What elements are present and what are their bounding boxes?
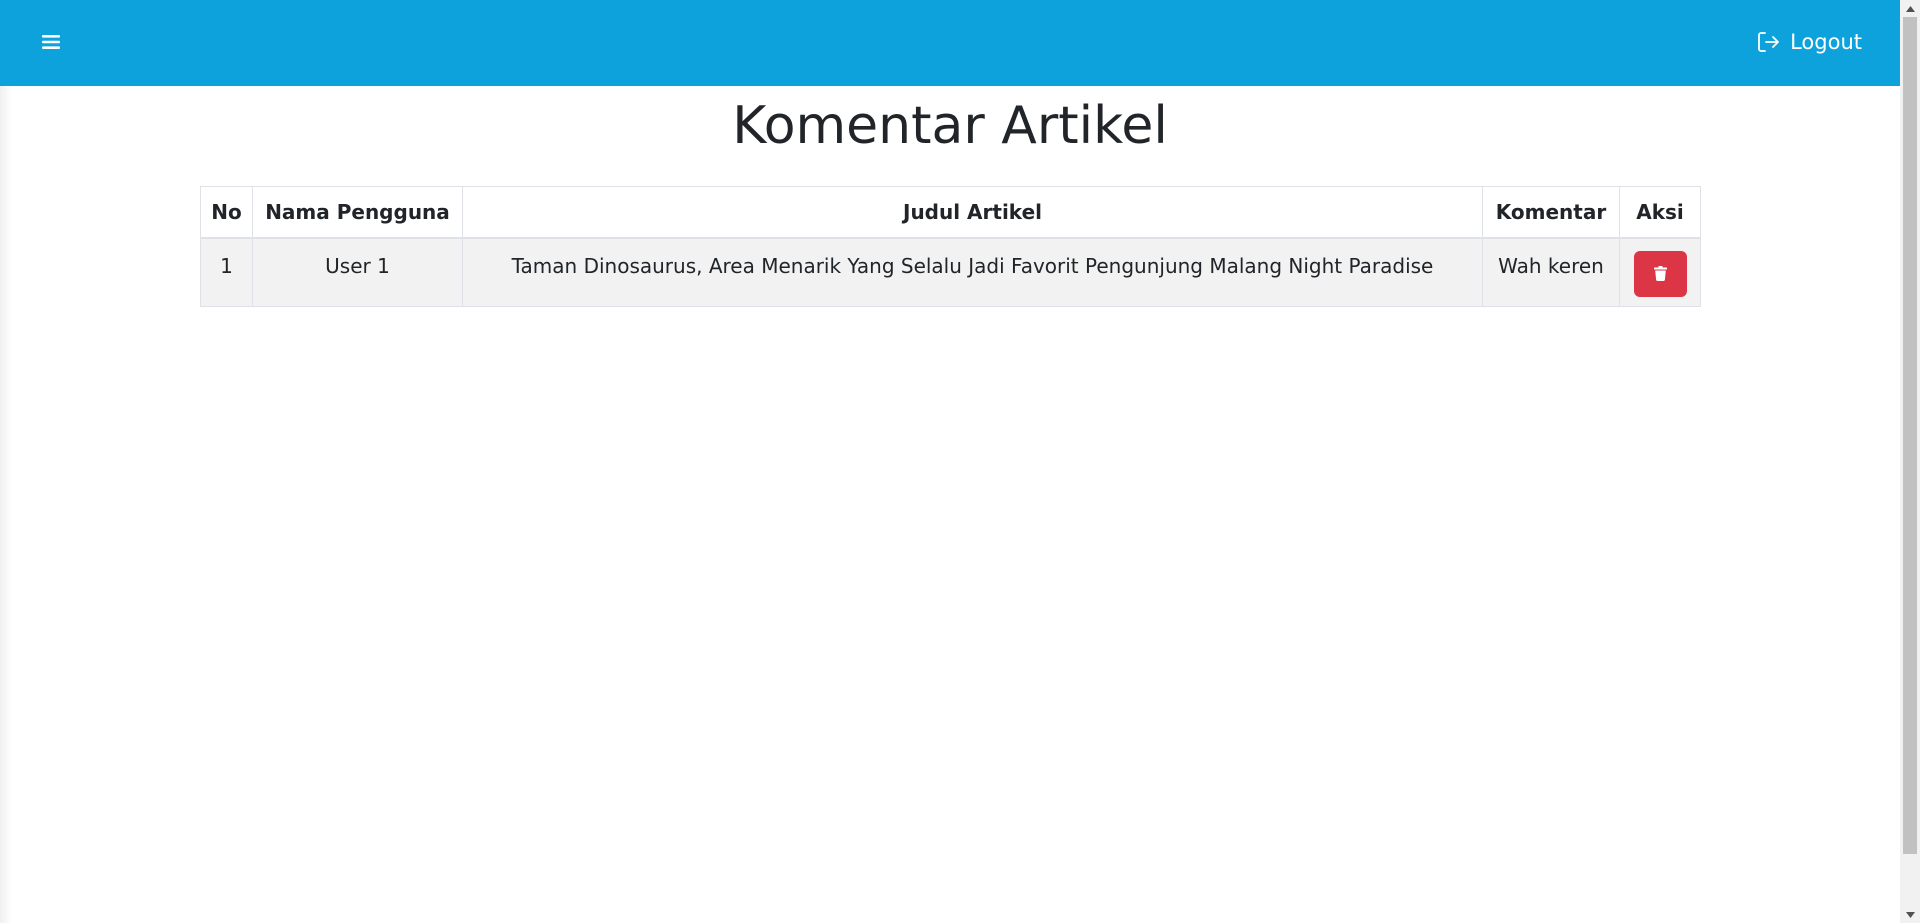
top-navbar: Logout [0,0,1900,86]
scrollbar-thumb[interactable] [1903,17,1917,854]
cell-nama-pengguna: User 1 [252,237,463,307]
page-title: Komentar Artikel [732,96,1168,156]
hamburger-icon [42,35,60,49]
cell-aksi [1619,237,1701,307]
cell-judul-artikel: Taman Dinosaurus, Area Menarik Yang Sela… [462,237,1483,307]
cell-komentar: Wah keren [1482,237,1620,307]
delete-comment-button[interactable] [1633,250,1687,297]
table-body: 1 User 1 Taman Dinosaurus, Area Menarik … [200,237,1701,307]
cell-no: 1 [200,237,253,307]
vertical-scrollbar[interactable] [1900,0,1920,923]
logout-link[interactable]: Logout [1756,24,1862,60]
column-header-komentar: Komentar [1482,186,1620,239]
logout-label: Logout [1790,30,1862,54]
column-header-nama-pengguna: Nama Pengguna [252,186,463,239]
scroll-down-arrow[interactable] [1900,906,1920,923]
scroll-up-arrow[interactable] [1900,0,1920,17]
arrow-up-icon [1905,5,1915,12]
table-header-row: No Nama Pengguna Judul Artikel Komentar … [200,186,1701,239]
arrow-down-icon [1905,911,1915,918]
page-viewport: Logout Komentar Artikel No Nama Pengguna… [0,0,1900,923]
menu-toggle-button[interactable] [36,27,66,57]
sidebar-shadow [0,86,12,923]
comments-table: No Nama Pengguna Judul Artikel Komentar … [200,186,1701,307]
logout-icon [1758,32,1779,52]
comments-table-wrapper: No Nama Pengguna Judul Artikel Komentar … [200,186,1701,307]
column-header-judul-artikel: Judul Artikel [462,186,1483,239]
trash-icon [1653,266,1667,281]
column-header-no: No [200,186,253,239]
table-header: No Nama Pengguna Judul Artikel Komentar … [200,186,1701,239]
column-header-aksi: Aksi [1619,186,1701,239]
table-row: 1 User 1 Taman Dinosaurus, Area Menarik … [200,237,1701,307]
